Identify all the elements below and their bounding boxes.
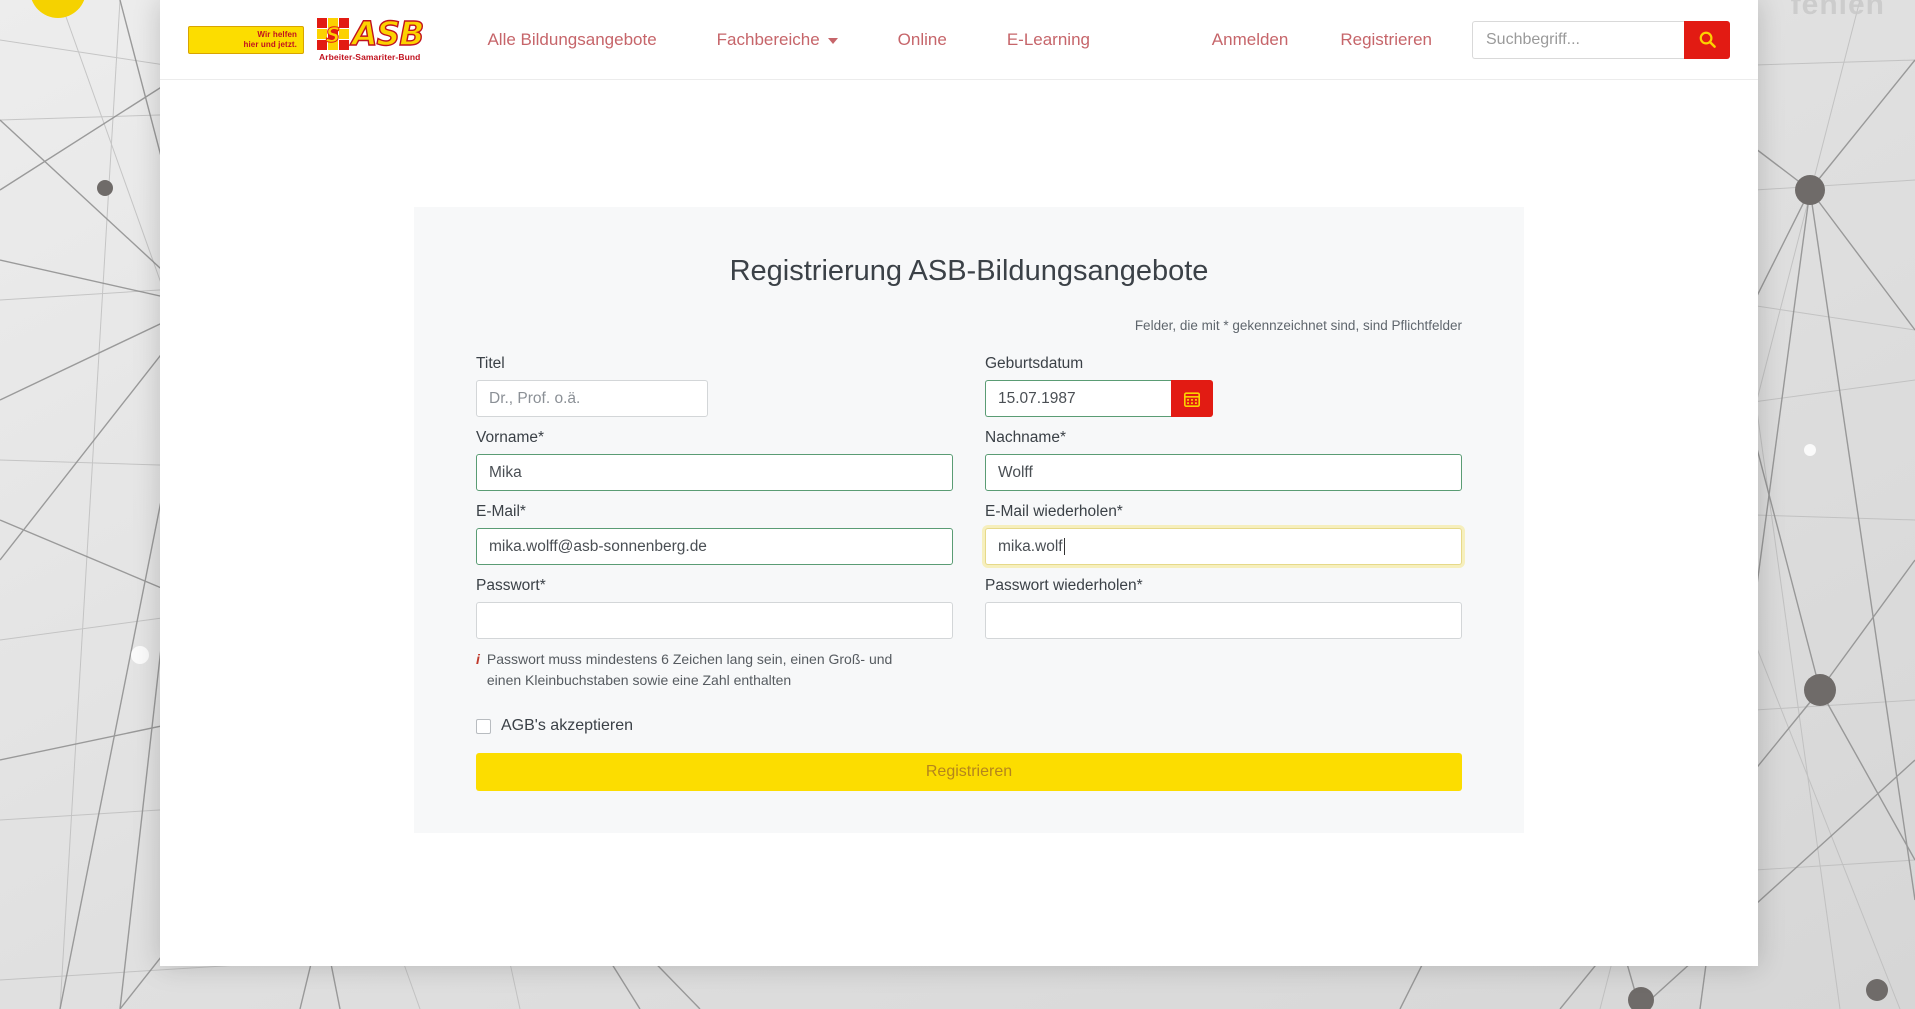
nav-item-label: Online [897, 29, 947, 49]
label-nachname: Nachname* [985, 429, 1066, 446]
search-group [1472, 20, 1730, 59]
field-group-email: E-Mail* [476, 503, 953, 565]
geburtsdatum-input[interactable] [985, 380, 1171, 417]
nav-item-label: E-Learning [1006, 29, 1090, 49]
page-title: Registrierung ASB-Bildungsangebote [729, 255, 1209, 287]
logo-claim-line-2: hier und jetzt. [243, 39, 297, 49]
field-group-geburtsdatum: Geburtsdatum [985, 355, 1462, 417]
search-icon [1699, 31, 1716, 48]
background-corner-text: fehlen [1790, 0, 1885, 21]
nav-item-fachbereiche[interactable]: Fachbereiche [687, 30, 868, 50]
site-header: Wir helfen hier und jetzt. S ASB Arbeite… [160, 0, 1758, 80]
nav-item-label: Alle Bildungsangebote [487, 29, 657, 49]
password-hint: i Passwort muss mindestens 6 Zeichen lan… [476, 649, 916, 691]
label-email: E-Mail* [476, 503, 526, 520]
nachname-input[interactable] [985, 454, 1462, 491]
registration-panel: Registrierung ASB-Bildungsangebote Felde… [414, 207, 1524, 833]
nav-item-online[interactable]: Online [868, 30, 977, 50]
register-submit-button[interactable]: Registrieren [476, 753, 1462, 791]
field-group-vorname: Vorname* [476, 429, 953, 491]
field-group-titel: Titel [476, 355, 953, 417]
nav-item-registrieren[interactable]: Registrieren [1314, 30, 1458, 50]
field-group-passwort: Passwort* i Passwort muss mindestens 6 Z… [476, 577, 953, 697]
asb-subtitle: Arbeiter-Samariter-Bund [318, 52, 421, 62]
calendar-icon [1183, 391, 1201, 407]
svg-text:S: S [326, 23, 340, 47]
asb-wordmark-text: ASB [351, 14, 425, 53]
label-passwort: Passwort* [476, 577, 546, 594]
field-group-email-repeat: E-Mail wiederholen* mika.wolf [985, 503, 1462, 565]
logo-claim-badge: Wir helfen hier und jetzt. [188, 25, 304, 54]
label-passwort-repeat: Passwort wiederholen* [985, 577, 1143, 594]
label-vorname: Vorname* [476, 429, 545, 446]
email-repeat-input[interactable]: mika.wolf [985, 528, 1462, 565]
logo-claim-line-1: Wir helfen [257, 29, 297, 39]
site-logo[interactable]: Wir helfen hier und jetzt. S ASB Arbeite… [188, 14, 425, 62]
vorname-input[interactable] [476, 454, 953, 491]
form-row-titel-geburtsdatum: Titel Geburtsdatum [476, 355, 1462, 417]
asb-cross-icon: S [316, 17, 350, 51]
search-button[interactable] [1684, 20, 1730, 59]
passwort-input[interactable] [476, 602, 953, 639]
label-geburtsdatum: Geburtsdatum [985, 355, 1084, 372]
form-row-name: Vorname* Nachname* [476, 429, 1462, 491]
info-icon: i [476, 651, 480, 667]
website-page: Wir helfen hier und jetzt. S ASB Arbeite… [160, 0, 1758, 966]
nav-item-anmelden[interactable]: Anmelden [1186, 30, 1315, 50]
agb-label[interactable]: AGB's akzeptieren [501, 717, 633, 735]
label-email-repeat: E-Mail wiederholen* [985, 503, 1123, 520]
form-row-email: E-Mail* E-Mail wiederholen* mika.wolf [476, 503, 1462, 565]
required-fields-note: Felder, die mit * gekennzeichnet sind, s… [1134, 318, 1462, 333]
main-navigation: Alle Bildungsangebote Fachbereiche Onlin… [457, 30, 1120, 50]
email-input[interactable] [476, 528, 953, 565]
nav-item-label: Fachbereiche [716, 29, 820, 49]
nav-item-alle-bildungsangebote[interactable]: Alle Bildungsangebote [457, 30, 686, 50]
agb-row: AGB's akzeptieren [476, 717, 1462, 735]
nav-item-e-learning[interactable]: E-Learning [977, 30, 1120, 50]
calendar-picker-button[interactable] [1171, 380, 1213, 417]
search-input[interactable] [1472, 20, 1684, 59]
passwort-repeat-input[interactable] [985, 602, 1462, 639]
form-row-password: Passwort* i Passwort muss mindestens 6 Z… [476, 577, 1462, 697]
field-group-passwort-repeat: Passwort wiederholen* [985, 577, 1462, 697]
account-navigation: Anmelden Registrieren [1186, 20, 1730, 59]
agb-checkbox[interactable] [476, 718, 491, 734]
titel-input[interactable] [476, 380, 708, 417]
label-titel: Titel [476, 355, 505, 372]
text-cursor [1063, 538, 1065, 555]
password-hint-text: Passwort muss mindestens 6 Zeichen lang … [486, 651, 893, 688]
asb-wordmark-block: S ASB Arbeiter-Samariter-Bund [316, 14, 425, 62]
chevron-down-icon [827, 37, 838, 44]
field-group-nachname: Nachname* [985, 429, 1462, 491]
email-repeat-value: mika.wolf [998, 537, 1063, 555]
geburtsdatum-group [985, 380, 1462, 417]
